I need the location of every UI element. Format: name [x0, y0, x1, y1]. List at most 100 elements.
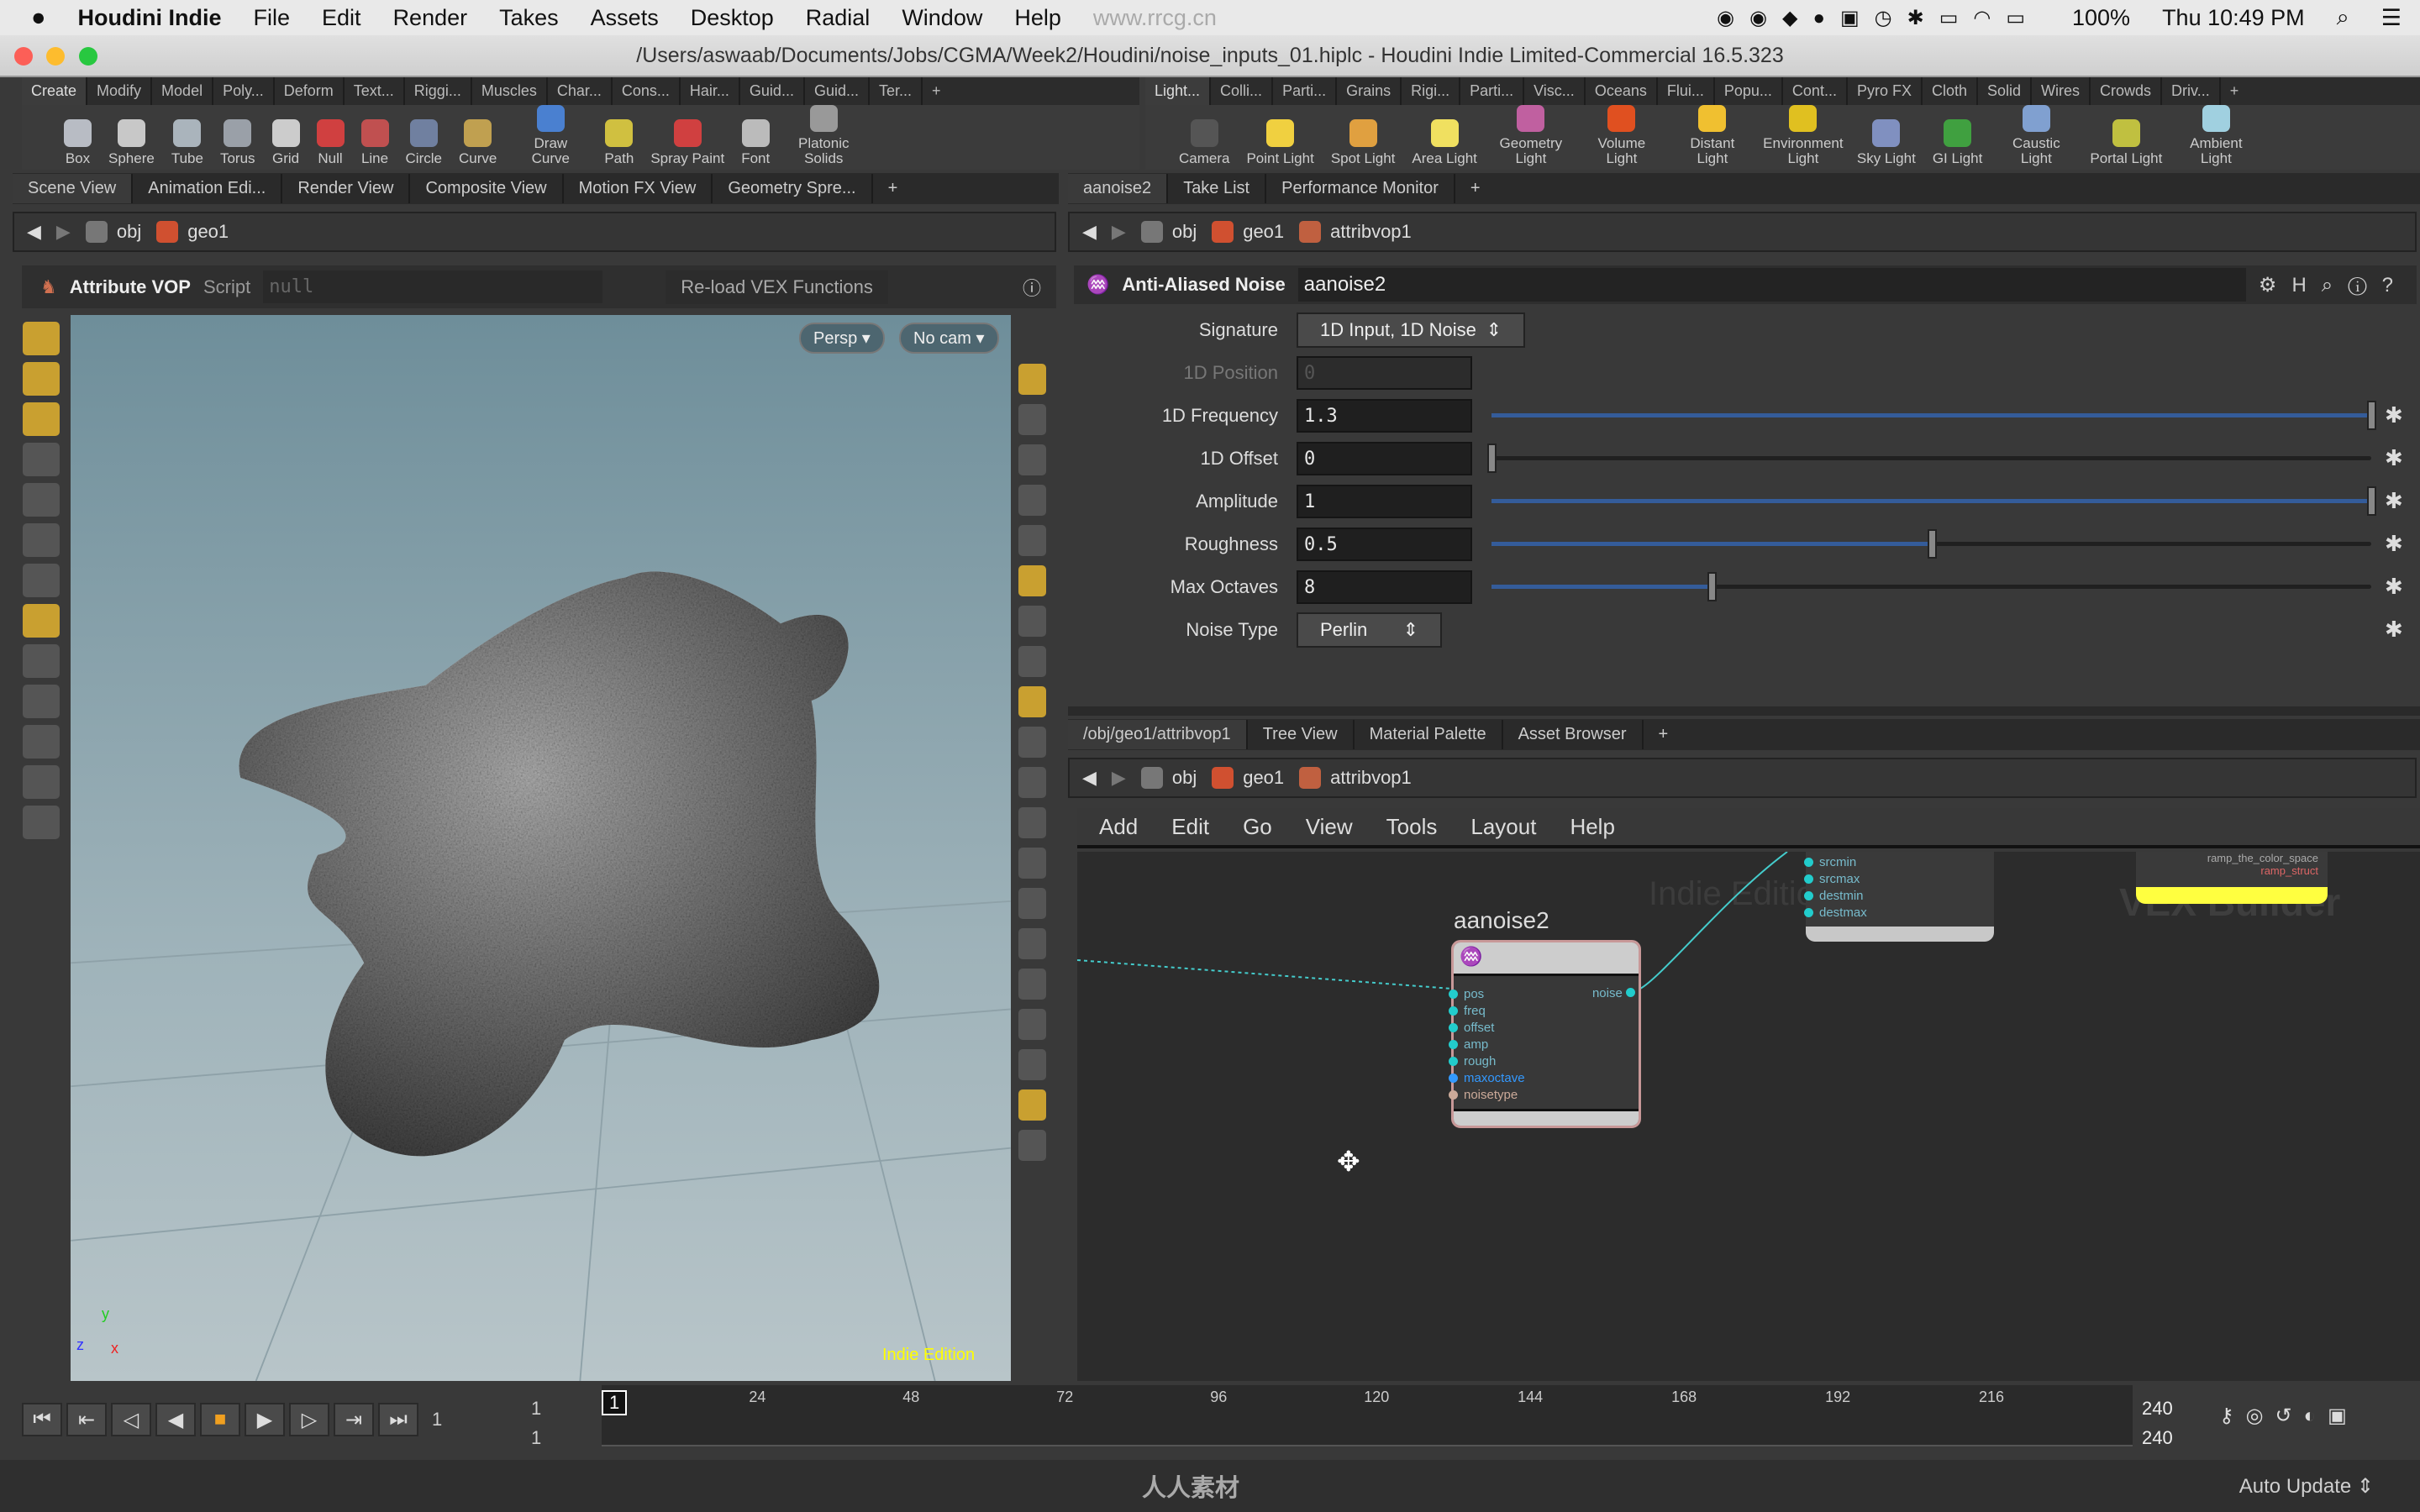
shelf-tool-distant-light[interactable]: Distant Light [1667, 105, 1758, 170]
param-value-field[interactable]: 8 [1297, 570, 1472, 604]
shelf-tool-caustic-light[interactable]: Caustic Light [1991, 105, 2081, 170]
zoom-window-button[interactable] [79, 47, 97, 66]
network-menu-tools[interactable]: Tools [1386, 814, 1438, 840]
view-tool-icon[interactable] [23, 362, 60, 396]
path-obj[interactable]: obj [1140, 767, 1197, 789]
param-slider[interactable] [1487, 444, 2371, 473]
display-option-icon[interactable] [1018, 565, 1046, 596]
gear-icon[interactable]: ✱ [2385, 445, 2403, 471]
display-option-icon[interactable] [1018, 404, 1046, 435]
shelf-tool-line[interactable]: Line [353, 105, 397, 170]
input-rough[interactable]: rough [1449, 1053, 1639, 1069]
menu-file[interactable]: File [254, 5, 291, 31]
shelf-tool-box[interactable]: Box [55, 105, 100, 170]
back-arrow-icon[interactable]: ◀ [1082, 221, 1097, 243]
shelf-tool-font[interactable]: Font [733, 105, 778, 170]
forward-arrow-icon[interactable]: ▶ [1112, 221, 1126, 243]
display-option-icon[interactable] [1018, 1089, 1046, 1121]
display-option-icon[interactable] [1018, 646, 1046, 677]
tab-driv[interactable]: Driv... [2162, 77, 2221, 105]
gear-icon[interactable]: ✱ [2385, 402, 2403, 428]
tab-geometry-spre[interactable]: Geometry Spre... [713, 174, 873, 203]
clock[interactable]: Thu 10:49 PM [2162, 5, 2305, 31]
rotate-tool-icon[interactable] [23, 523, 60, 557]
tab-oceans[interactable]: Oceans [1586, 77, 1658, 105]
header-tool-icons[interactable]: ⚙H⌕ⓘ? [2259, 273, 2408, 297]
gear-icon[interactable]: ✱ [2385, 488, 2403, 514]
pane-splitter[interactable] [1068, 706, 2420, 716]
menu-takes[interactable]: Takes [499, 5, 559, 31]
forward-arrow-icon[interactable]: ▶ [1112, 767, 1126, 789]
tab-solid[interactable]: Solid [1978, 77, 2033, 105]
minimize-window-button[interactable] [46, 47, 65, 66]
ramp-output-struct[interactable]: ramp_struct [2136, 864, 2318, 877]
input-noisetype[interactable]: noisetype [1449, 1086, 1639, 1103]
jump-start-button[interactable]: ⏮ [22, 1403, 62, 1436]
add-tab-icon[interactable]: + [2221, 77, 2249, 105]
shelf-tool-geometry-light[interactable]: Geometry Light [1486, 105, 1576, 170]
ramp-node[interactable]: ramp_the_color_space ramp_struct [2136, 852, 2328, 904]
path-attribvop1[interactable]: attribvop1 [1299, 767, 1412, 789]
range-end[interactable]: 240 [2142, 1398, 2173, 1420]
input-destmax[interactable]: destmax [1804, 904, 1994, 921]
shelf-tool-grid[interactable]: Grid [264, 105, 308, 170]
shelf-tool-sphere[interactable]: Sphere [100, 105, 163, 170]
param-value-field[interactable]: 1.3 [1297, 398, 1472, 433]
shelf-tool-camera[interactable]: Camera [1171, 105, 1238, 170]
menu-render[interactable]: Render [393, 5, 468, 31]
tab-parti[interactable]: Parti... [1273, 77, 1338, 105]
frame-field[interactable]: 1 [423, 1409, 500, 1431]
add-tab-icon[interactable]: + [923, 77, 950, 105]
node-name-field[interactable]: aanoise2 [1297, 268, 2246, 302]
shelf-tool-sky-light[interactable]: Sky Light [1849, 105, 1924, 170]
tab-cons[interactable]: Cons... [613, 77, 681, 105]
help-icon[interactable]: ⓘ [1023, 274, 1041, 301]
tab-cont[interactable]: Cont... [1783, 77, 1848, 105]
close-window-button[interactable] [14, 47, 33, 66]
param-slider[interactable] [1491, 529, 2371, 559]
tab-deform[interactable]: Deform [275, 77, 345, 105]
shelf-tool-spray-paint[interactable]: Spray Paint [642, 105, 733, 170]
render-tool-icon[interactable] [23, 685, 60, 718]
add-tab-icon[interactable]: + [1644, 720, 1684, 749]
timeline-ruler[interactable]: 1 24 48 72 96 120 144 168 192 216 [602, 1385, 2133, 1446]
network-menu-layout[interactable]: Layout [1470, 814, 1536, 840]
network-menu-view[interactable]: View [1306, 814, 1353, 840]
shelf-tool-volume-light[interactable]: Volume Light [1576, 105, 1667, 170]
menu-edit[interactable]: Edit [322, 5, 361, 31]
gear-icon[interactable]: ✱ [2385, 531, 2403, 557]
tab-crowds[interactable]: Crowds [2091, 77, 2163, 105]
step-back-button[interactable]: ◁ [111, 1403, 151, 1436]
prev-key-button[interactable]: ⇤ [66, 1403, 107, 1436]
shelf-tool-circle[interactable]: Circle [397, 105, 450, 170]
tab-take-list[interactable]: Take List [1168, 174, 1267, 203]
network-menu-add[interactable]: Add [1099, 814, 1138, 840]
path-attribvop1[interactable]: attribvop1 [1299, 221, 1412, 243]
param-value-field[interactable]: 1 [1297, 484, 1472, 518]
ramp-output-color-space[interactable]: ramp_the_color_space [2136, 852, 2318, 864]
menu-help[interactable]: Help [1014, 5, 1061, 31]
script-field[interactable]: null [263, 270, 603, 303]
network-menu-edit[interactable]: Edit [1171, 814, 1209, 840]
tab-motion-fx-view[interactable]: Motion FX View [564, 174, 713, 203]
back-arrow-icon[interactable]: ◀ [1082, 767, 1097, 789]
flipbook-tool-icon[interactable] [23, 806, 60, 839]
jump-end-button[interactable]: ⏭ [378, 1403, 418, 1436]
shelf-tool-curve[interactable]: Curve [450, 105, 505, 170]
tab-flui[interactable]: Flui... [1658, 77, 1715, 105]
path-geo1[interactable]: geo1 [1212, 767, 1284, 789]
tab-riggi[interactable]: Riggi... [405, 77, 472, 105]
menu-desktop[interactable]: Desktop [691, 5, 774, 31]
shelf-tool-path[interactable]: Path [596, 105, 642, 170]
apple-icon[interactable]: ● [31, 4, 46, 32]
step-forward-button[interactable]: ▷ [289, 1403, 329, 1436]
path-geo1[interactable]: geo1 [156, 221, 229, 243]
persp-dropdown[interactable]: Persp ▾ [799, 323, 885, 354]
back-arrow-icon[interactable]: ◀ [27, 221, 41, 243]
shelf-tool-portal-light[interactable]: Portal Light [2081, 105, 2170, 170]
network-menu-help[interactable]: Help [1570, 814, 1614, 840]
pose-tool-icon[interactable] [23, 402, 60, 436]
tab-parti[interactable]: Parti... [1460, 77, 1525, 105]
tab-scene-view[interactable]: Scene View [13, 174, 134, 203]
tab-grains[interactable]: Grains [1337, 77, 1402, 105]
